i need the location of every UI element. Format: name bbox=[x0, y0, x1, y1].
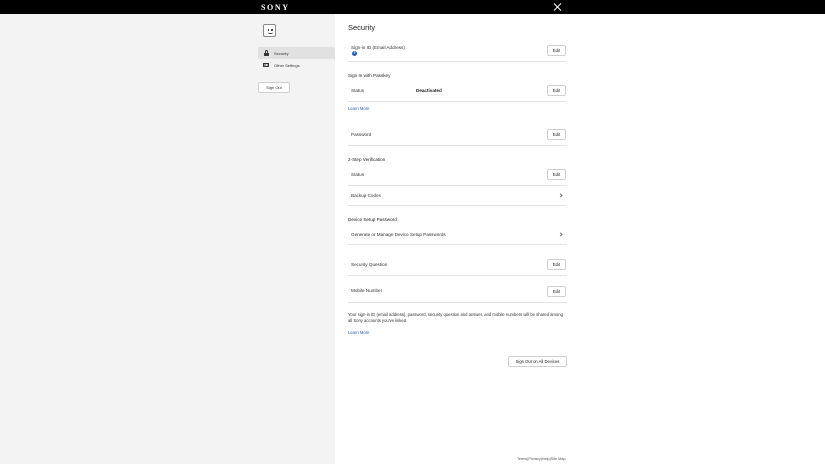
backup-codes-label[interactable]: Backup Codes bbox=[351, 193, 381, 198]
edit-passkey-button[interactable]: Edit bbox=[547, 85, 566, 96]
divider bbox=[348, 101, 567, 102]
sidebar-item-security[interactable]: Security bbox=[258, 47, 335, 59]
page-title: Security bbox=[348, 23, 376, 32]
sidebar-item-label: Security bbox=[274, 50, 289, 56]
avatar-icon bbox=[263, 24, 276, 37]
lock-icon bbox=[262, 50, 270, 56]
top-bar: SONY bbox=[0, 0, 825, 14]
sign-out-all-devices-button[interactable]: Sign Out on All Devices bbox=[508, 356, 567, 367]
divider bbox=[348, 145, 567, 146]
divider bbox=[348, 275, 567, 276]
help-icon[interactable]: ? bbox=[352, 51, 357, 56]
passkey-status-label: Status bbox=[351, 88, 365, 93]
security-question-label: Security Question bbox=[351, 262, 388, 267]
sony-logo[interactable]: SONY bbox=[261, 3, 290, 12]
footer-link-privacy[interactable]: Privacy bbox=[528, 457, 540, 461]
settings-icon bbox=[262, 63, 270, 67]
divider bbox=[348, 244, 567, 245]
sign-out-button[interactable]: Sign Out bbox=[258, 82, 290, 93]
mobile-number-label: Mobile Number bbox=[351, 288, 383, 293]
sign-in-id-label: Sign-in ID (Email Address) bbox=[351, 45, 405, 50]
footer-links: Terms|Privacy|Help|Site Map bbox=[517, 457, 566, 461]
footer-link-help[interactable]: Help bbox=[542, 457, 550, 461]
edit-two-step-button[interactable]: Edit bbox=[547, 169, 566, 180]
divider bbox=[348, 185, 567, 186]
info-learn-more-link[interactable]: Learn More bbox=[348, 330, 369, 335]
password-label: Password bbox=[351, 132, 372, 137]
passkey-status-value: Deactivated bbox=[416, 88, 442, 93]
edit-mobile-number-button[interactable]: Edit bbox=[547, 286, 566, 297]
divider bbox=[348, 302, 567, 303]
device-setup-heading: Device Setup Password bbox=[348, 217, 397, 222]
sharing-info-text: Your sign-in ID (email address), passwor… bbox=[348, 312, 563, 323]
divider bbox=[348, 205, 567, 206]
passkey-heading: Sign In with Passkey bbox=[348, 73, 391, 78]
divider bbox=[348, 61, 567, 62]
sidebar-item-label: Other Settings bbox=[274, 62, 300, 68]
two-step-status-label: Status bbox=[351, 172, 365, 177]
edit-security-question-button[interactable]: Edit bbox=[547, 259, 566, 270]
close-icon[interactable] bbox=[553, 2, 563, 12]
generate-device-passwords-label[interactable]: Generate or Manage Device Setup Password… bbox=[351, 232, 446, 237]
edit-password-button[interactable]: Edit bbox=[547, 129, 566, 140]
footer-link-site-map[interactable]: Site Map bbox=[551, 457, 566, 461]
passkey-learn-more-link[interactable]: Learn More bbox=[348, 106, 369, 111]
edit-sign-in-id-button[interactable]: Edit bbox=[547, 45, 566, 56]
sidebar-item-other-settings[interactable]: Other Settings bbox=[258, 59, 335, 71]
two-step-heading: 2-Step Verification bbox=[348, 157, 386, 162]
footer-link-terms[interactable]: Terms bbox=[517, 457, 527, 461]
main-panel bbox=[335, 14, 825, 464]
